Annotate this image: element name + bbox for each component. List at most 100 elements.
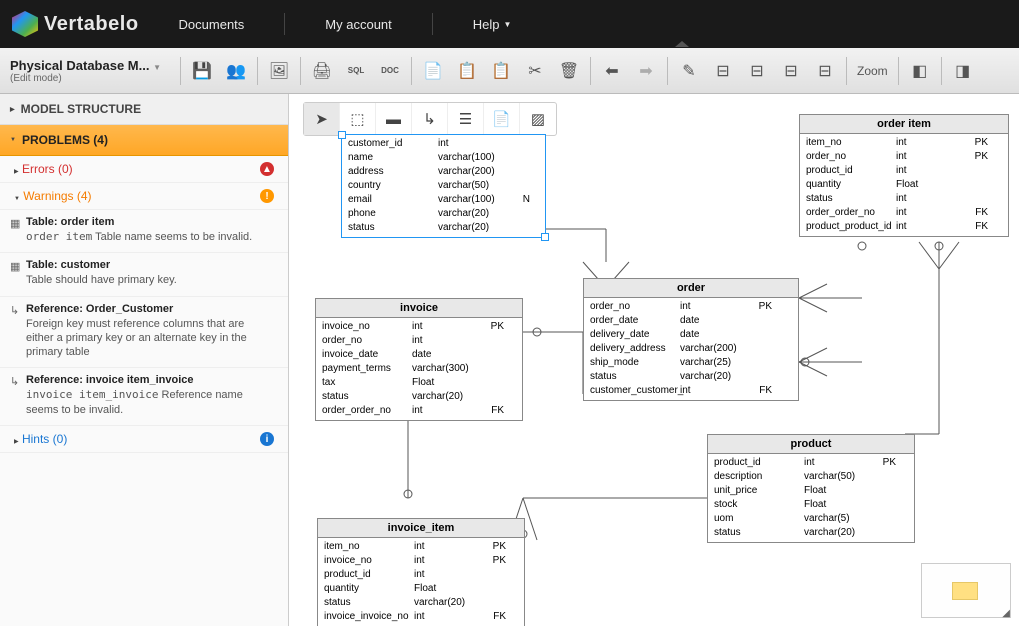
error-badge-icon: ▲ bbox=[260, 162, 274, 176]
column-row: countryvarchar(50) bbox=[348, 179, 539, 193]
column-row: customer_idint bbox=[348, 137, 539, 151]
align-left-icon[interactable]: ⊟ bbox=[708, 56, 738, 86]
column-row: order_noint bbox=[322, 334, 516, 348]
print-icon[interactable]: 🖨 bbox=[307, 56, 337, 86]
column-row: unit_priceFloat bbox=[714, 484, 908, 498]
column-row: phonevarchar(20) bbox=[348, 207, 539, 221]
nav-help[interactable]: Help▼ bbox=[473, 13, 512, 36]
column-row: addressvarchar(200) bbox=[348, 165, 539, 179]
panel-hints[interactable]: ▶ Hints (0) i bbox=[0, 426, 288, 453]
paste-icon[interactable]: 📋 bbox=[452, 56, 482, 86]
column-row: invoice_nointPK bbox=[322, 320, 516, 334]
note-tool-icon[interactable]: 📄 bbox=[484, 103, 520, 135]
column-row: stockFloat bbox=[714, 498, 908, 512]
table-tool-icon[interactable]: ▬ bbox=[376, 103, 412, 135]
nav-documents[interactable]: Documents bbox=[179, 13, 245, 36]
undo-icon[interactable]: ⬅ bbox=[597, 56, 627, 86]
pointer-tool-icon[interactable]: ➤ bbox=[304, 103, 340, 135]
issue-item[interactable]: ↳ Reference: Order_Customer Foreign key … bbox=[0, 297, 288, 369]
table-icon: ▦ bbox=[10, 217, 20, 230]
clipboard-icon[interactable]: 📋 bbox=[486, 56, 516, 86]
panel-right-icon[interactable]: ◨ bbox=[948, 56, 978, 86]
panel-model-structure[interactable]: ▶ MODEL STRUCTURE bbox=[0, 94, 288, 125]
column-row: ship_modevarchar(25) bbox=[590, 356, 792, 370]
column-row: product_product_idintFK bbox=[806, 220, 1002, 234]
column-row: delivery_datedate bbox=[590, 328, 792, 342]
edit-icon[interactable]: ✎ bbox=[674, 56, 704, 86]
share-icon[interactable]: 👥 bbox=[221, 56, 251, 86]
column-row: order_datedate bbox=[590, 314, 792, 328]
column-row: statusvarchar(20) bbox=[322, 390, 516, 404]
sql-icon[interactable]: SQL bbox=[341, 56, 371, 86]
reference-icon: ↳ bbox=[10, 304, 19, 317]
column-row: statusvarchar(20) bbox=[714, 526, 908, 540]
column-row: namevarchar(100) bbox=[348, 151, 539, 165]
zoom-label[interactable]: Zoom bbox=[853, 64, 892, 78]
column-row: product_idintPK bbox=[714, 456, 908, 470]
column-row: order_order_nointFK bbox=[806, 206, 1002, 220]
topnav: Documents My account Help▼ bbox=[179, 13, 512, 36]
doc-title[interactable]: Physical Database M... ▼ (Edit mode) bbox=[6, 58, 174, 84]
nav-sep bbox=[432, 13, 433, 35]
column-row: uomvarchar(5) bbox=[714, 512, 908, 526]
delete-icon[interactable]: 🗑 bbox=[554, 56, 584, 86]
image-icon[interactable]: 🖼 bbox=[264, 56, 294, 86]
doc-icon[interactable]: DOC bbox=[375, 56, 405, 86]
panel-problems[interactable]: ▼ PROBLEMS (4) bbox=[0, 125, 288, 156]
entity-order[interactable]: order order_nointPKorder_datedatedeliver… bbox=[583, 278, 799, 401]
align-right-icon[interactable]: ⊟ bbox=[776, 56, 806, 86]
cut-icon[interactable]: ✂ bbox=[520, 56, 550, 86]
panel-left-icon[interactable]: ◧ bbox=[905, 56, 935, 86]
align-center-icon[interactable]: ⊟ bbox=[742, 56, 772, 86]
panel-errors[interactable]: ▶ Errors (0) ▲ bbox=[0, 156, 288, 183]
reference-tool-icon[interactable]: ↳ bbox=[412, 103, 448, 135]
column-row: emailvarchar(100)N bbox=[348, 193, 539, 207]
entity-invoice-item[interactable]: invoice_item item_nointPKinvoice_nointPK… bbox=[317, 518, 525, 626]
column-row: descriptionvarchar(50) bbox=[714, 470, 908, 484]
chevron-down-icon: ▼ bbox=[153, 63, 161, 72]
view-tool-icon[interactable]: ☰ bbox=[448, 103, 484, 135]
column-row: delivery_addressvarchar(200) bbox=[590, 342, 792, 356]
collapse-icon: ▼ bbox=[10, 137, 16, 143]
save-icon[interactable]: 💾 bbox=[187, 56, 217, 86]
column-row: statusvarchar(20) bbox=[348, 221, 539, 235]
hint-badge-icon: i bbox=[260, 432, 274, 446]
issue-item[interactable]: ↳ Reference: invoice item_invoice invoic… bbox=[0, 368, 288, 426]
panel-warnings[interactable]: ▼ Warnings (4) ! bbox=[0, 183, 288, 210]
issue-item[interactable]: ▦ Table: customer Table should have prim… bbox=[0, 253, 288, 296]
canvas[interactable]: ➤ ⬚ ▬ ↳ ☰ 📄 ▨ bbox=[289, 94, 1019, 626]
logo-icon bbox=[12, 11, 38, 37]
column-row: item_nointPK bbox=[806, 136, 1002, 150]
entity-customer[interactable]: customer_idintnamevarchar(100)addressvar… bbox=[341, 134, 546, 238]
entity-product[interactable]: product product_idintPKdescriptionvarcha… bbox=[707, 434, 915, 543]
warning-badge-icon: ! bbox=[260, 189, 274, 203]
issue-item[interactable]: ▦ Table: order item order item Table nam… bbox=[0, 210, 288, 253]
redo-icon[interactable]: ➡ bbox=[631, 56, 661, 86]
minimap-viewport bbox=[952, 582, 978, 600]
column-row: invoice_nointPK bbox=[324, 554, 518, 568]
expand-icon: ▶ bbox=[14, 169, 19, 175]
column-row: quantityFloat bbox=[324, 582, 518, 596]
area-tool-icon[interactable]: ▨ bbox=[520, 103, 556, 135]
minimap[interactable]: ◢ bbox=[921, 563, 1011, 618]
column-row: statusvarchar(20) bbox=[590, 370, 792, 384]
column-row: invoice_invoice_nointFK bbox=[324, 610, 518, 624]
copy-icon[interactable]: 📄 bbox=[418, 56, 448, 86]
resize-handle-icon[interactable]: ◢ bbox=[1002, 608, 1010, 619]
chevron-down-icon: ▼ bbox=[504, 20, 512, 29]
entity-invoice[interactable]: invoice invoice_nointPKorder_nointinvoic… bbox=[315, 298, 523, 421]
column-row: order_order_nointFK bbox=[322, 404, 516, 418]
distribute-icon[interactable]: ⊟ bbox=[810, 56, 840, 86]
toolbar: Physical Database M... ▼ (Edit mode) 💾 👥… bbox=[0, 48, 1019, 94]
column-row: taxFloat bbox=[322, 376, 516, 390]
expand-icon: ▶ bbox=[14, 439, 19, 445]
topbar: Vertabelo Documents My account Help▼ bbox=[0, 0, 1019, 48]
entity-order-item[interactable]: order item item_nointPKorder_nointPKprod… bbox=[799, 114, 1009, 237]
column-row: order_nointPK bbox=[806, 150, 1002, 164]
nav-my-account[interactable]: My account bbox=[325, 13, 391, 36]
sidebar: ▶ MODEL STRUCTURE ▼ PROBLEMS (4) ▶ Error… bbox=[0, 94, 289, 626]
column-row: quantityFloat bbox=[806, 178, 1002, 192]
collapse-icon: ▼ bbox=[14, 196, 20, 202]
logo[interactable]: Vertabelo bbox=[12, 11, 139, 37]
column-row: customer_customer_intFK bbox=[590, 384, 792, 398]
